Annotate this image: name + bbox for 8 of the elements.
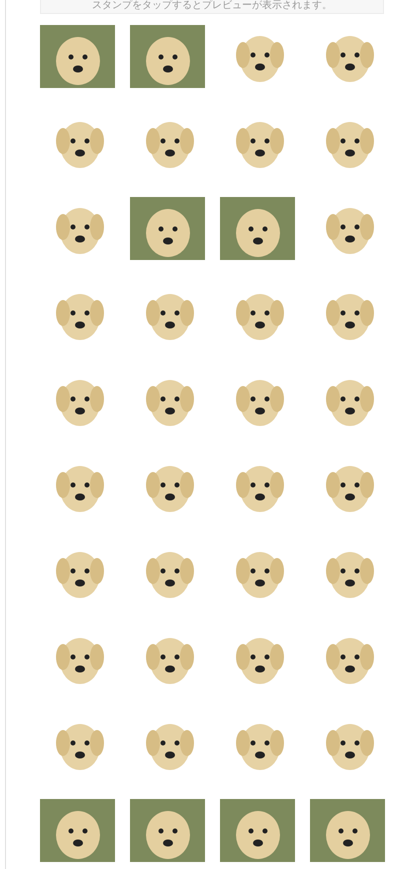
photo-placeholder[interactable] <box>40 799 115 862</box>
photo-placeholder[interactable] <box>40 25 115 88</box>
photo-placeholder[interactable] <box>220 197 295 260</box>
photo-placeholder[interactable] <box>130 25 205 88</box>
photo-placeholder[interactable] <box>130 197 205 260</box>
photo-placeholder[interactable] <box>310 799 385 862</box>
photo-placeholder[interactable] <box>220 799 295 862</box>
photo-placeholder[interactable] <box>130 799 205 862</box>
